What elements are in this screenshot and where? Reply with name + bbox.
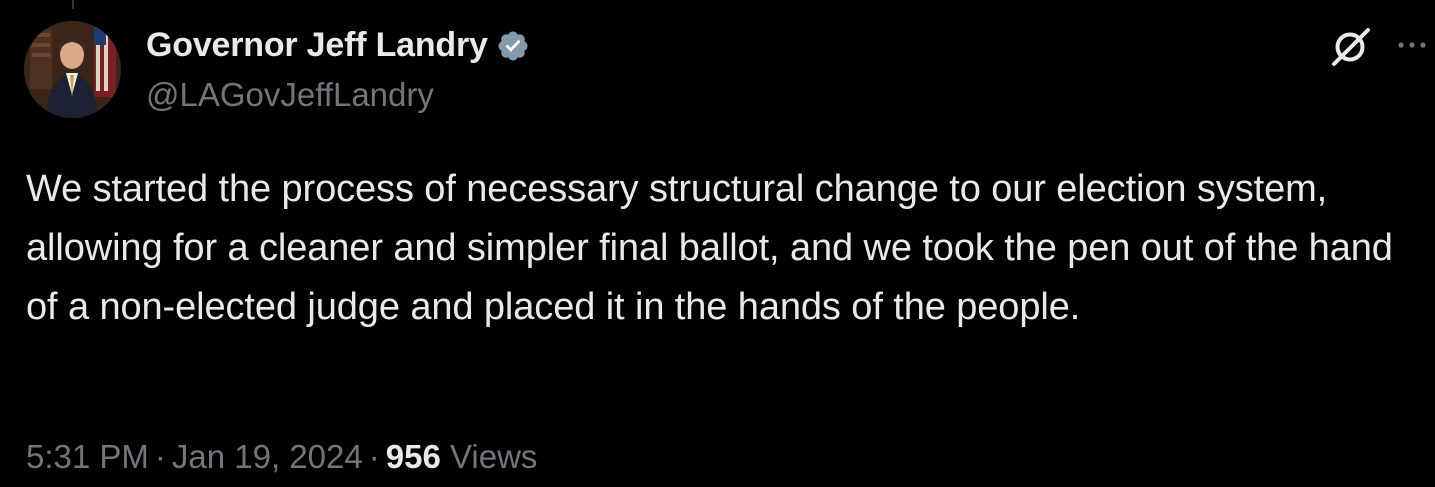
tweet-metadata: 5:31 PM · Jan 19, 2024 · 956 Views <box>26 438 537 476</box>
avatar-portrait-image <box>24 21 121 118</box>
avatar[interactable] <box>24 21 121 118</box>
separator-dot: · <box>154 438 166 475</box>
author-name-row: Governor Jeff Landry <box>146 26 530 65</box>
verified-badge-icon[interactable] <box>496 29 530 63</box>
author-handle[interactable]: @LAGovJeffLandry <box>146 76 434 114</box>
tweet-text: We started the process of necessary stru… <box>26 168 1393 328</box>
views-label[interactable]: Views <box>450 438 537 475</box>
tweet-date[interactable]: Jan 19, 2024 <box>172 438 363 475</box>
author-display-name[interactable]: Governor Jeff Landry <box>146 26 488 65</box>
views-count[interactable]: 956 <box>386 438 441 475</box>
thread-connector-line <box>72 0 74 9</box>
more-dots-icon[interactable] <box>1395 33 1435 57</box>
separator-dot: · <box>368 438 380 475</box>
grok-icon[interactable] <box>1328 22 1376 70</box>
tweet-time[interactable]: 5:31 PM <box>26 438 149 475</box>
